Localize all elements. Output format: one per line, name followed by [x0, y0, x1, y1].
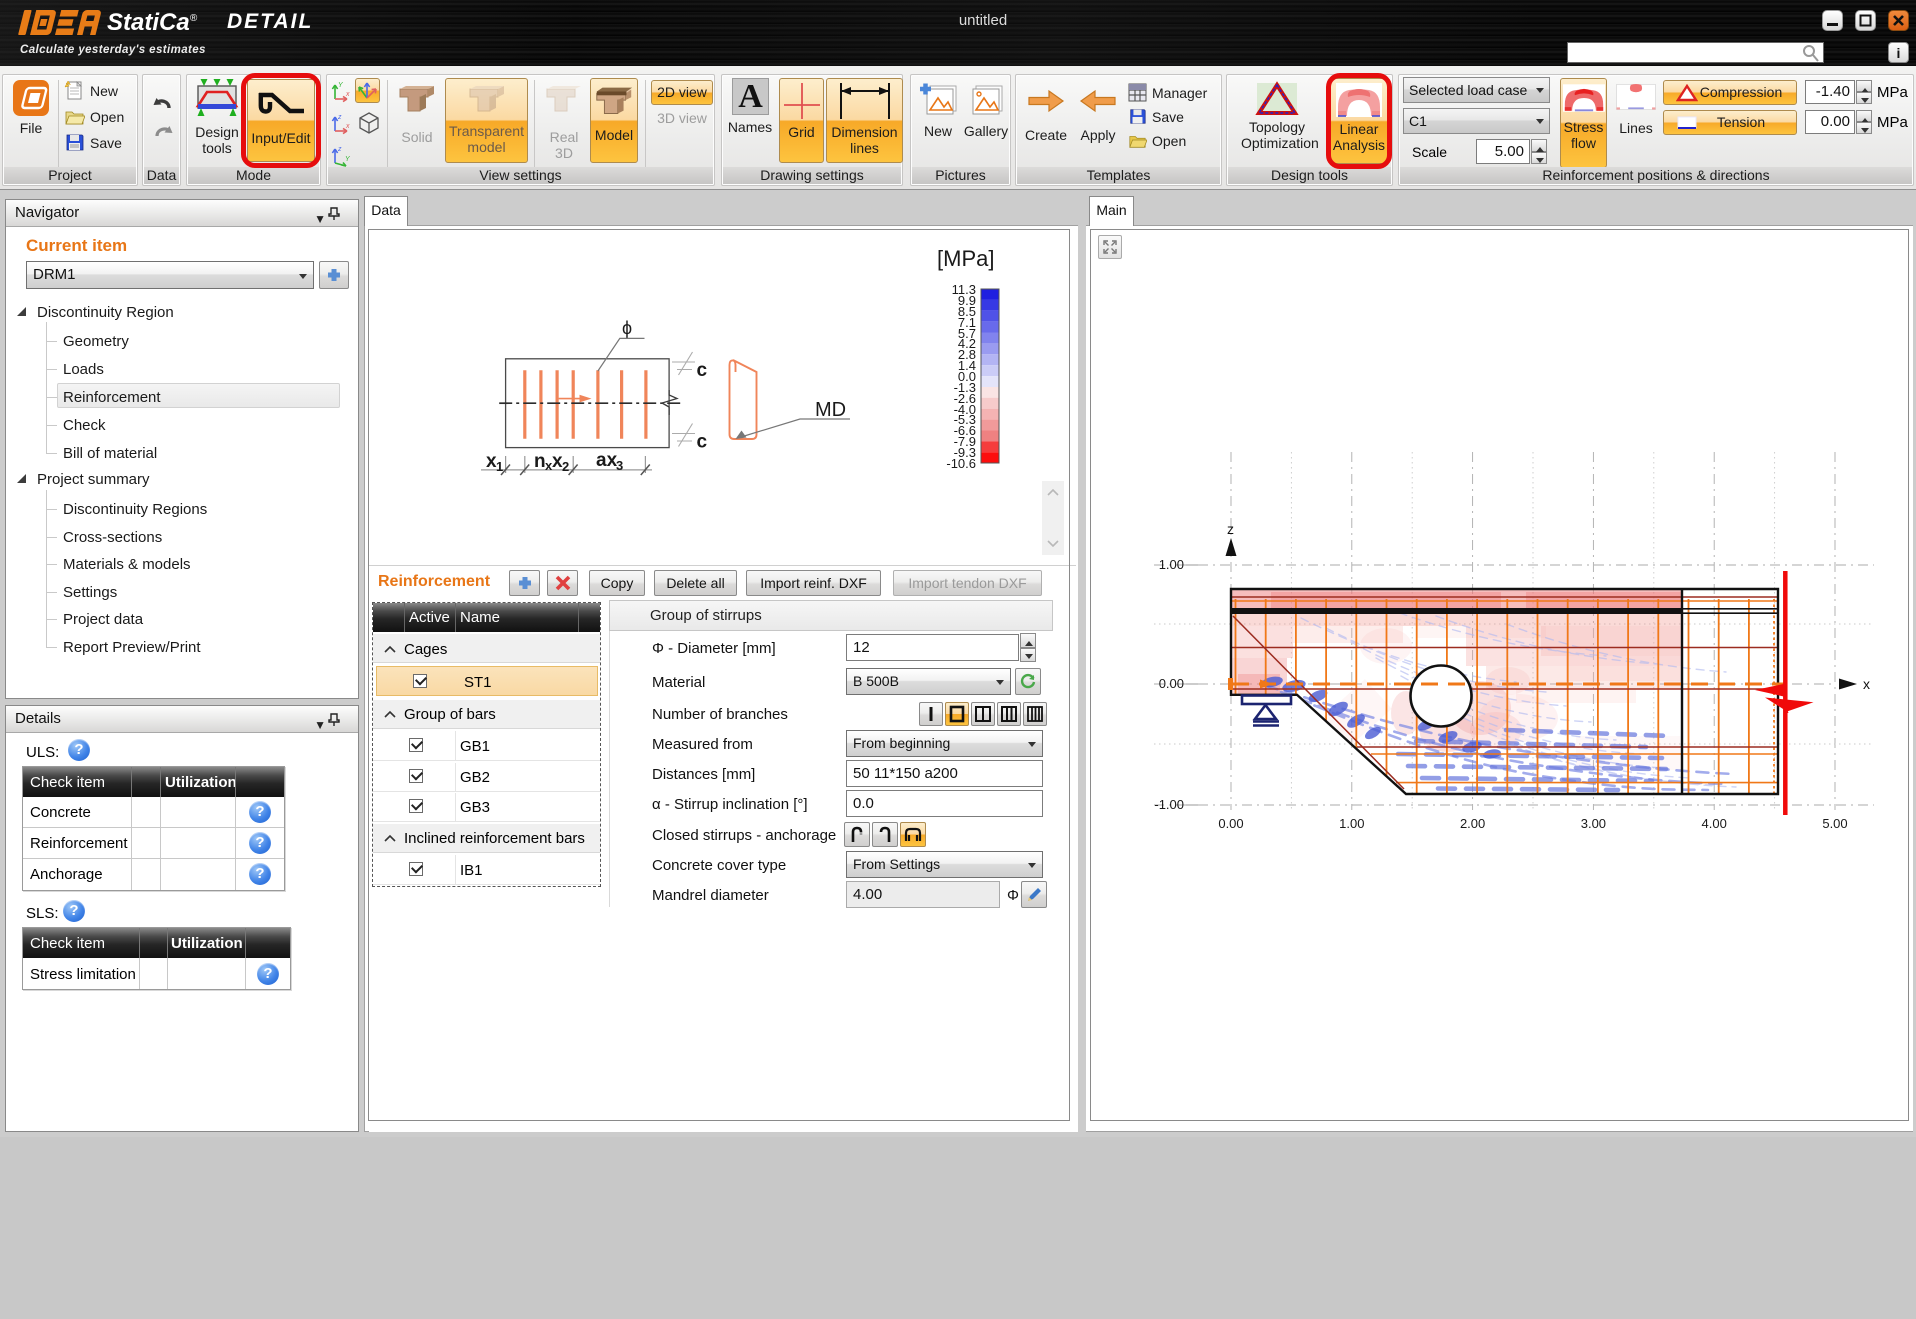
svg-text:c: c: [697, 432, 708, 453]
svg-text:5.00: 5.00: [1822, 816, 1847, 831]
svg-text:x: x: [345, 91, 350, 98]
svg-text:z: z: [337, 114, 342, 121]
svg-text:x: x: [345, 123, 350, 130]
svg-text:3: 3: [616, 458, 623, 473]
svg-text:2.00: 2.00: [1460, 816, 1485, 831]
svg-text:c: c: [697, 360, 708, 381]
svg-text:z: z: [337, 146, 342, 153]
svg-text:Y: Y: [338, 82, 344, 89]
svg-text:2: 2: [562, 459, 569, 474]
svg-text:1.00: 1.00: [1159, 557, 1184, 572]
svg-text:1: 1: [496, 459, 503, 474]
svg-text:4.00: 4.00: [1702, 816, 1727, 831]
svg-text:z: z: [1227, 521, 1234, 537]
svg-text:n: n: [534, 451, 546, 472]
svg-text:-1.00: -1.00: [1154, 797, 1184, 812]
svg-text:0.00: 0.00: [1159, 676, 1184, 691]
svg-text:ϕ: ϕ: [622, 318, 632, 338]
svg-text:x: x: [1863, 676, 1870, 692]
svg-text:3.00: 3.00: [1581, 816, 1606, 831]
svg-text:-10.6: -10.6: [946, 456, 976, 471]
svg-text:MD: MD: [815, 399, 846, 421]
svg-text:A: A: [738, 78, 763, 115]
svg-text:1.00: 1.00: [1339, 816, 1364, 831]
svg-text:ax: ax: [596, 450, 618, 471]
svg-text:0.00: 0.00: [1218, 816, 1243, 831]
svg-text:[MPa]: [MPa]: [937, 246, 994, 271]
svg-text:Y: Y: [345, 156, 351, 163]
